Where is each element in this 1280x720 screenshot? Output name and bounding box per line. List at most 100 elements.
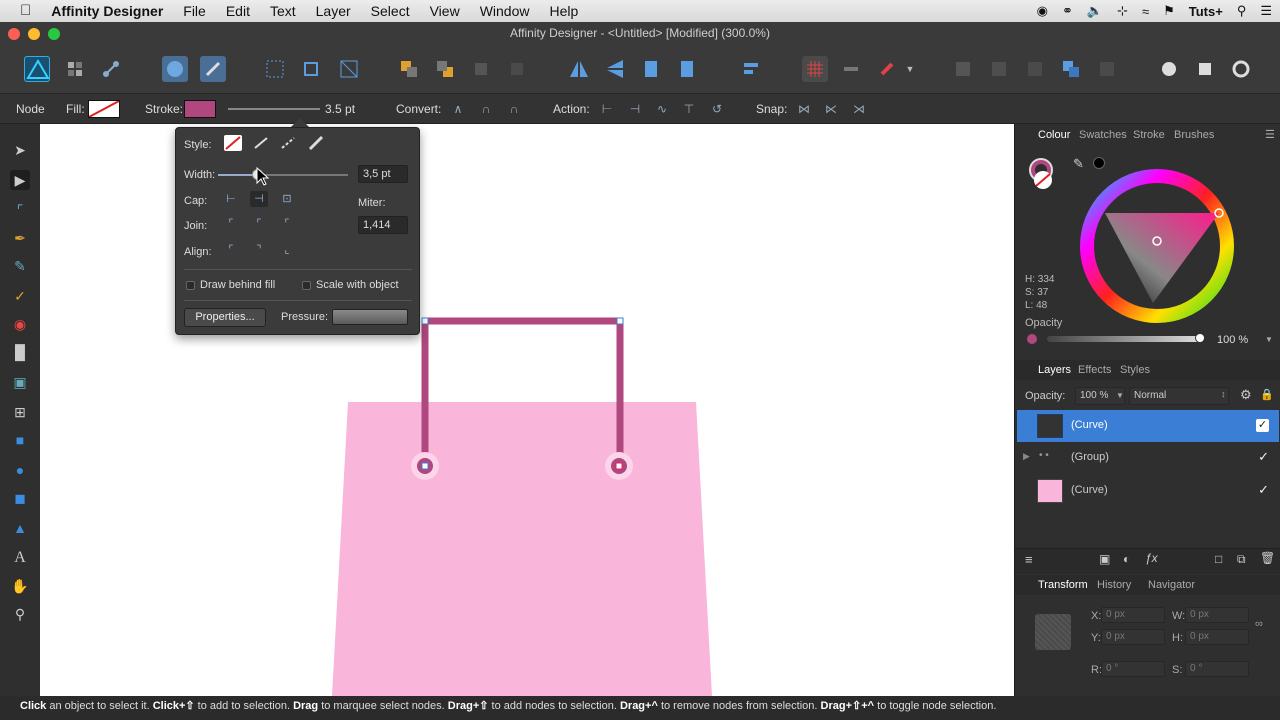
menu-edit[interactable]: Edit [216,0,260,22]
cap-round-icon[interactable]: ⊣ [250,191,268,207]
snapping-magnet-icon[interactable] [874,56,900,82]
fill-stroke-selector[interactable] [1025,156,1061,192]
snapping-dropdown-icon[interactable]: ▼ [900,56,920,82]
layers-stack-icon[interactable]: ≡ [1025,552,1033,567]
tab-transform[interactable]: Transform [1038,579,1088,591]
scale-with-object-label[interactable]: Scale with object [316,279,399,291]
creative-cloud-icon[interactable]: ⚭ [1062,3,1073,19]
search-icon[interactable]: ⚲ [1237,3,1247,19]
layer-row-group[interactable]: ▶ • • (Group) ✓ [1017,442,1279,474]
snap-to-nodes-icon[interactable]: ⋉ [823,102,839,116]
flip-vertical-icon[interactable] [602,56,628,82]
mask-icon[interactable]: ▣ [1099,552,1110,566]
x-field[interactable]: 0 px [1101,607,1165,623]
draw-behind-fill-label[interactable]: Draw behind fill [200,279,275,291]
align-inside-icon[interactable]: ⌝ [250,242,268,258]
fill-tool-icon[interactable]: ◉ [10,314,30,334]
h-field[interactable]: 0 px [1185,629,1249,645]
place-image-tool-icon[interactable]: ▣ [10,372,30,392]
boolean-subtract-icon[interactable] [986,56,1012,82]
snap-options-icon[interactable] [838,56,864,82]
tab-history[interactable]: History [1097,579,1131,591]
designer-persona-icon[interactable] [24,56,50,82]
share-icon[interactable] [162,56,188,82]
boolean-xor-icon[interactable] [1058,56,1084,82]
delete-layer-icon[interactable]: 🗑 [1260,551,1275,565]
rectangle-tool-icon[interactable]: ■ [10,430,30,450]
stroke-width-slider[interactable] [228,108,320,110]
tab-brushes[interactable]: Brushes [1174,129,1214,141]
boolean-intersect-icon[interactable] [1022,56,1048,82]
rotate-left-icon[interactable] [638,56,664,82]
smooth-curve-icon[interactable]: ∿ [654,102,670,116]
tab-navigator[interactable]: Navigator [1148,579,1195,591]
boolean-divide-icon[interactable] [1094,56,1120,82]
export-persona-icon[interactable] [98,56,124,82]
triangle-tool-icon[interactable]: ▲ [10,518,30,538]
arrange-back-icon[interactable] [432,56,458,82]
w-field[interactable]: 0 px [1185,607,1249,623]
cap-square-icon[interactable]: ⊡ [278,191,296,207]
layer-row-curve-selected[interactable]: (Curve) ✓ [1017,410,1279,442]
link-proportions-icon[interactable]: ∞ [1255,618,1263,630]
expand-arrow-icon[interactable]: ▶ [1023,451,1030,462]
insert-top-icon[interactable] [1228,56,1254,82]
boolean-add-icon[interactable] [950,56,976,82]
width-value-field[interactable]: 3,5 pt [358,165,408,183]
snap-to-curve-icon[interactable]: ⋈ [796,102,812,116]
app-menu[interactable]: Affinity Designer [41,0,173,22]
join-round-icon[interactable]: ⌜ [250,216,268,232]
style-none-button[interactable] [224,135,242,151]
flag-icon[interactable]: ⚑ [1163,3,1175,19]
record-icon[interactable]: ◉ [1037,3,1048,19]
pencil-tool-icon[interactable]: ✎ [10,256,30,276]
reverse-curve-icon[interactable]: ↺ [709,102,725,116]
menu-file[interactable]: File [173,0,216,22]
convert-smooth-icon[interactable]: ∩ [478,102,494,116]
close-window-button[interactable] [8,28,20,40]
align-center-icon[interactable]: ⌜ [222,242,240,258]
menu-select[interactable]: Select [361,0,420,22]
tab-layers[interactable]: Layers [1038,364,1071,376]
move-tool-icon[interactable]: ➤ [10,140,30,160]
bluetooth-icon[interactable]: ⊹ [1117,3,1128,19]
hand-tool-icon[interactable]: ✋ [10,576,30,596]
outline-mode-icon[interactable] [298,56,324,82]
flip-horizontal-icon[interactable] [566,56,592,82]
layer-visibility-checkbox[interactable]: ✓ [1256,419,1269,432]
draw-behind-fill-checkbox[interactable] [186,281,195,290]
node-tool-icon[interactable]: ▶ [10,170,30,190]
rotate-right-icon[interactable] [674,56,700,82]
wifi-icon[interactable]: ≈ [1142,4,1149,19]
panel-menu-icon[interactable]: ☰ [1265,128,1275,141]
apple-icon[interactable]:  [0,0,41,22]
snap-to-handles-icon[interactable]: ⋊ [851,102,867,116]
insert-behind-icon[interactable] [1192,56,1218,82]
shear-field[interactable]: 0 ° [1185,661,1249,677]
tab-swatches[interactable]: Swatches [1079,129,1127,141]
duplicate-layer-icon[interactable]: ⧉ [1237,552,1246,567]
volume-icon[interactable]: 🔈 [1087,3,1103,19]
tab-stroke[interactable]: Stroke [1133,129,1165,141]
pen-tool-icon[interactable]: ✒ [10,228,30,248]
menu-help[interactable]: Help [539,0,588,22]
stroke-width-value[interactable]: 3.5 pt [325,102,355,116]
assistant-icon[interactable] [200,56,226,82]
view-mode-icon[interactable] [262,56,288,82]
minimize-window-button[interactable] [28,28,40,40]
properties-button[interactable]: Properties... [184,308,266,327]
style-solid-icon[interactable] [252,135,270,151]
join-bevel-icon[interactable]: ⌜ [278,216,296,232]
style-dashed-icon[interactable] [279,135,297,151]
convert-smart-icon[interactable]: ∩ [506,102,522,116]
style-brush-icon[interactable] [307,135,325,151]
artboard-tool-icon[interactable]: ⊞ [10,402,30,422]
opacity-slider-handle[interactable] [1195,333,1205,343]
ellipse-tool-icon[interactable]: ● [10,460,30,480]
align-icon[interactable] [738,56,764,82]
rotation-field[interactable]: 0 ° [1101,661,1165,677]
corner-tool-icon[interactable]: ⌜ [10,200,30,220]
pressure-graph[interactable] [332,309,408,325]
scale-with-object-checkbox[interactable] [302,281,311,290]
anchor-selector[interactable] [1035,614,1071,650]
